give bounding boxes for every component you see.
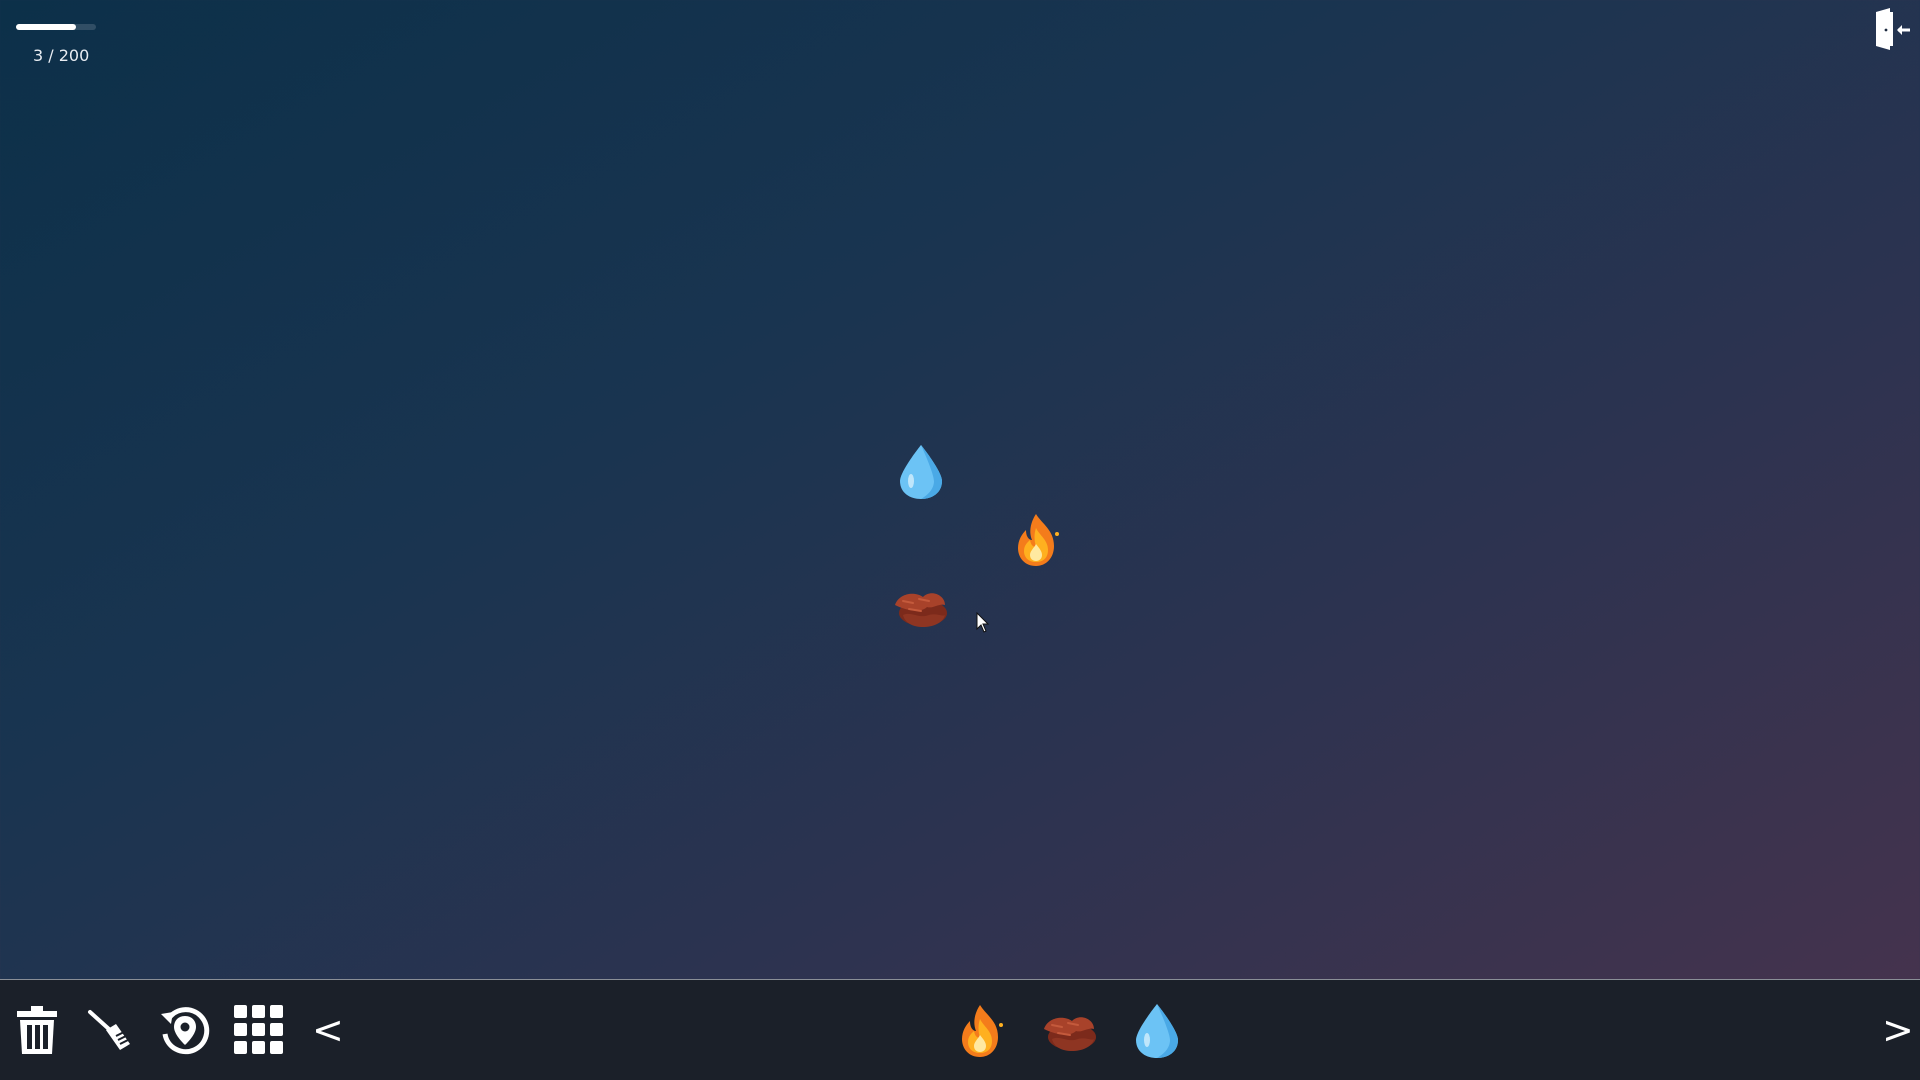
trash-icon <box>17 1006 57 1054</box>
playfield-item-water[interactable] <box>898 443 944 506</box>
exit-button[interactable] <box>1872 8 1912 50</box>
playfield-item-earth[interactable] <box>889 585 951 634</box>
clean-button[interactable] <box>82 1000 138 1060</box>
grid-icon <box>234 1005 283 1054</box>
progress-bar <box>16 24 96 30</box>
playfield-item-fire[interactable] <box>1012 512 1062 573</box>
location-reset-icon <box>161 1007 210 1055</box>
next-page-button[interactable]: > <box>1882 1002 1914 1058</box>
broom-icon <box>88 1010 130 1050</box>
recenter-button[interactable] <box>157 1000 213 1060</box>
earth-icon <box>1044 1017 1096 1051</box>
palette-item-fire[interactable] <box>950 1000 1012 1062</box>
exit-door-icon <box>1876 8 1910 50</box>
progress-counter: 3 / 200 <box>33 46 90 65</box>
water-drop-icon <box>1136 1004 1178 1058</box>
grid-button[interactable] <box>231 1000 287 1060</box>
earth-icon <box>895 593 947 627</box>
progress-bar-fill <box>16 24 76 30</box>
fire-icon <box>962 1005 1003 1057</box>
fire-icon <box>1018 514 1059 566</box>
bottom-toolbar: < > <box>0 979 1920 1080</box>
palette-item-water[interactable] <box>1126 1000 1188 1062</box>
palette-item-earth[interactable] <box>1038 1000 1100 1062</box>
prev-page-button[interactable]: < <box>312 1002 344 1058</box>
delete-button[interactable] <box>9 1000 65 1060</box>
water-drop-icon <box>900 445 942 499</box>
mouse-cursor <box>976 611 990 634</box>
